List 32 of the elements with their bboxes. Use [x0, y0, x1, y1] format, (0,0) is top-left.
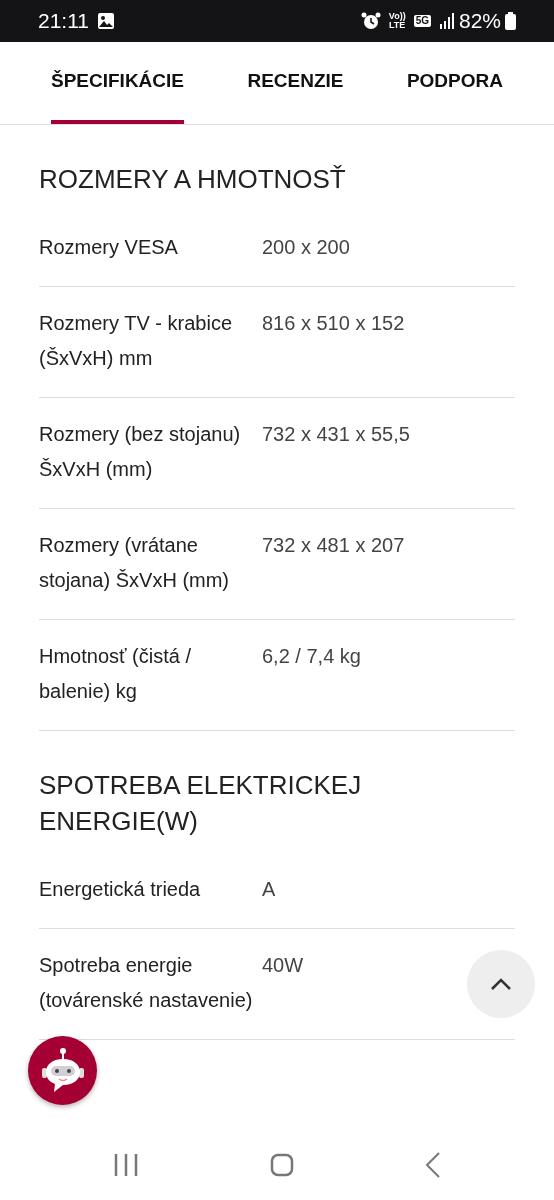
spec-value: 732 x 481 x 207: [262, 533, 405, 558]
spec-label: Spotreba energie (továrenské nastavenie): [39, 953, 254, 1013]
section-heading: ROZMERY A HMOTNOSŤ: [39, 163, 347, 196]
tab[interactable]: PODPORA: [406, 42, 503, 124]
spec-value: 732 x 431 x 55,5: [262, 422, 410, 447]
recents-icon[interactable]: [113, 1153, 140, 1177]
clock-time: 21:11: [38, 8, 89, 35]
volte-label: Vo)) LTE: [388, 12, 406, 30]
spec-value: A: [262, 877, 276, 902]
spec-value: 200 x 200: [262, 235, 350, 260]
spec-value: 6,2 / 7,4 kg: [262, 644, 361, 669]
battery-percent: 82%: [458, 8, 501, 35]
signal-icon: [438, 13, 455, 29]
chatbot-button[interactable]: [28, 1036, 97, 1105]
spec-label: Rozmery (bez stojanu) ŠxVxH (mm): [39, 422, 242, 482]
spec-label: Energetická trieda: [39, 877, 202, 902]
back-icon[interactable]: [424, 1152, 441, 1178]
home-icon[interactable]: [270, 1153, 294, 1177]
tab[interactable]: ŠPECIFIKÁCIE: [51, 42, 185, 124]
spec-label: Rozmery VESA: [39, 235, 179, 260]
battery-icon: [505, 12, 516, 30]
chevron-up-icon: [490, 977, 512, 991]
section-heading: SPOTREBA ELEKTRICKEJ ENERGIE(W): [39, 769, 363, 838]
spec-label: Hmotnosť (čistá / balenie) kg: [39, 644, 192, 704]
spec-label: Rozmery TV - krabice (ŠxVxH) mm: [39, 311, 233, 371]
spec-value: 40W: [262, 953, 304, 978]
alarm-icon: [360, 11, 381, 31]
image-icon: [97, 12, 115, 30]
spec-value: 816 x 510 x 152: [262, 311, 405, 336]
network-badge: 5G: [413, 15, 431, 27]
tab[interactable]: RECENZIE: [247, 42, 344, 124]
spec-label: Rozmery (vrátane stojana) ŠxVxH (mm): [39, 533, 231, 593]
